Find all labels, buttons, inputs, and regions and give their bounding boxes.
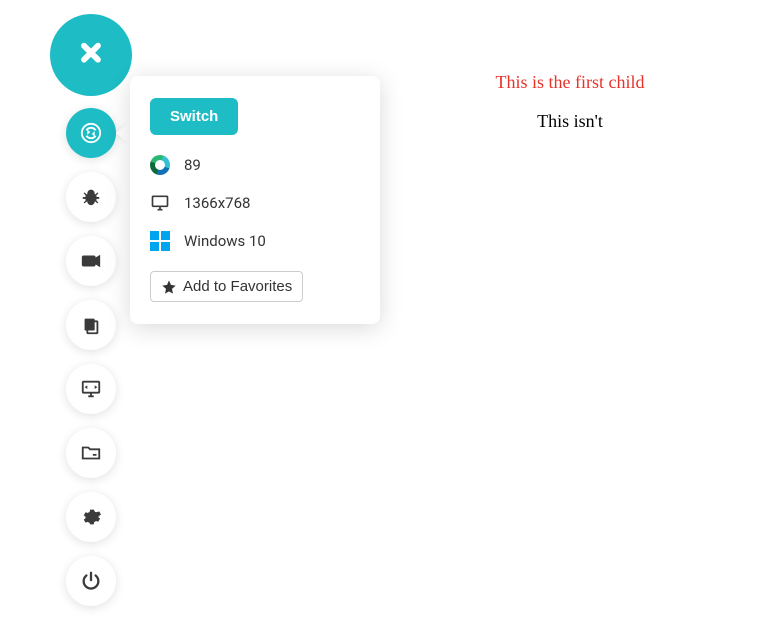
browser-version: 89 xyxy=(184,156,201,174)
second-text: This isn't xyxy=(380,111,760,132)
power-icon xyxy=(80,570,102,592)
switch-button[interactable]: Switch xyxy=(150,98,238,135)
session-info-list: 89 1366x768 Windows 10 xyxy=(150,155,360,251)
os-row: Windows 10 xyxy=(150,231,360,251)
monitor-icon xyxy=(150,193,170,213)
switch-icon xyxy=(80,122,102,144)
gear-icon xyxy=(80,506,102,528)
page-content: This is the first child This isn't xyxy=(380,72,760,132)
browser-row: 89 xyxy=(150,155,360,175)
copy-tool[interactable] xyxy=(66,300,116,350)
close-icon xyxy=(77,41,105,69)
os-value: Windows 10 xyxy=(184,232,266,250)
add-favorite-button[interactable]: Add to Favorites xyxy=(150,271,303,302)
edge-icon xyxy=(150,155,170,175)
video-icon xyxy=(80,250,102,272)
bug-tool[interactable] xyxy=(66,172,116,222)
session-panel: Switch 89 1366x768 Windows 10 Add to Fav… xyxy=(130,76,380,324)
windows-icon xyxy=(150,231,170,251)
bug-icon xyxy=(80,186,102,208)
copy-icon xyxy=(80,314,102,336)
sidebar-toolbar xyxy=(66,108,116,606)
resolution-row: 1366x768 xyxy=(150,193,360,213)
switch-session-tool[interactable] xyxy=(66,108,116,158)
settings-tool[interactable] xyxy=(66,492,116,542)
files-tool[interactable] xyxy=(66,428,116,478)
power-tool[interactable] xyxy=(66,556,116,606)
close-button[interactable] xyxy=(50,14,132,96)
first-child-text: This is the first child xyxy=(380,72,760,93)
devtools-tool[interactable] xyxy=(66,364,116,414)
devtools-icon xyxy=(80,378,102,400)
add-favorite-label: Add to Favorites xyxy=(183,278,292,295)
star-icon xyxy=(161,279,177,295)
resolution-value: 1366x768 xyxy=(184,194,250,212)
video-tool[interactable] xyxy=(66,236,116,286)
folder-icon xyxy=(80,442,102,464)
